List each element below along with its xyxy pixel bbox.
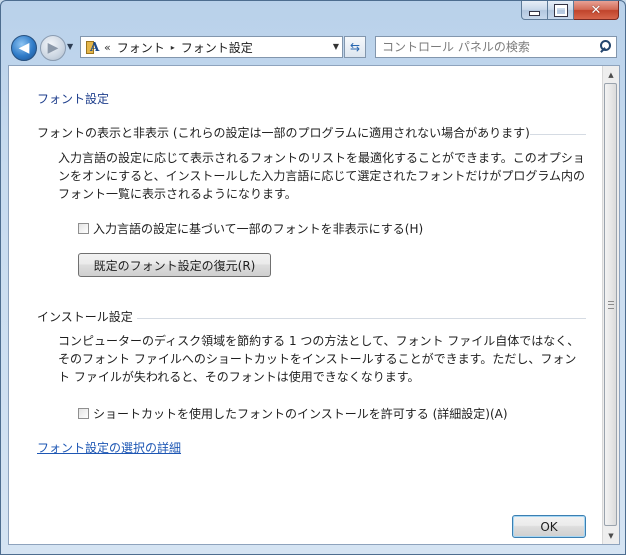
scroll-up-icon[interactable]: ▲ [603,66,619,83]
back-arrow-icon: ◀ [18,40,30,56]
breadcrumb-overflow-icon[interactable]: « [104,41,111,54]
close-button[interactable]: ✕ [574,1,619,20]
back-button[interactable]: ◀ [11,35,37,61]
section-divider [530,134,586,135]
address-dropdown-icon[interactable]: ▼ [333,39,339,55]
address-bar[interactable]: A « フォント ▸ フォント設定 ▼ [80,36,343,58]
chevron-down-icon: ▼ [67,42,74,51]
scroll-down-icon[interactable]: ▼ [603,527,619,544]
content-pane: フォント設定 フォントの表示と非表示 (これらの設定は一部のプログラムに適用され… [8,65,620,545]
maximize-button[interactable] [548,1,574,20]
breadcrumb-item-fonts[interactable]: フォント [117,39,165,56]
close-icon: ✕ [590,2,602,18]
search-box [375,36,617,58]
vertical-scrollbar[interactable]: ▲ ▼ [602,66,619,544]
search-icon[interactable] [599,40,611,54]
section-description-install: コンピューターのディスク領域を節約する 1 つの方法として、フォント ファイル自… [58,334,580,384]
allow-shortcut-install-checkbox[interactable] [78,408,89,419]
section-description-display: 入力言語の設定に応じて表示されるフォントのリストを最適化することができます。この… [58,151,586,201]
allow-shortcut-install-checkbox-row[interactable]: ショートカットを使用したフォントのインストールを許可する (詳細設定)(A) [78,405,508,422]
breadcrumb-item-font-settings[interactable]: フォント設定 [181,39,253,56]
refresh-icon: ⇆ [349,40,361,54]
hide-fonts-checkbox[interactable] [78,223,89,234]
caption-buttons: ✕ [521,1,619,21]
section-divider [137,318,586,319]
forward-button[interactable]: ▶ [40,35,66,61]
allow-shortcut-install-checkbox-label[interactable]: ショートカットを使用したフォントのインストールを許可する (詳細設定)(A) [93,405,508,422]
hide-fonts-checkbox-row[interactable]: 入力言語の設定に基づいて一部のフォントを非表示にする(H) [78,220,423,237]
fonts-folder-icon: A [85,40,99,54]
forward-arrow-icon: ▶ [47,40,59,56]
minimize-icon [529,11,540,16]
scroll-thumb[interactable] [604,83,617,526]
refresh-button[interactable]: ⇆ [344,36,366,58]
section-heading-display: フォントの表示と非表示 (これらの設定は一部のプログラムに適用されない場合があり… [37,126,530,140]
page-title: フォント設定 [37,92,110,106]
learn-more-font-settings-link[interactable]: フォント設定の選択の詳細 [37,439,181,456]
window-frame: ✕ ◀ ▶ ▼ A « フォント ▸ フォント設定 ▼ ⇆ フォント設定 フォン… [0,0,626,555]
recent-pages-dropdown[interactable]: ▼ [67,42,73,51]
search-input[interactable] [382,40,582,54]
ok-button[interactable]: OK [512,515,586,538]
hide-fonts-checkbox-label[interactable]: 入力言語の設定に基づいて一部のフォントを非表示にする(H) [93,220,423,237]
restore-default-font-settings-button[interactable]: 既定のフォント設定の復元(R) [78,253,271,277]
breadcrumb-separator-icon[interactable]: ▸ [171,43,175,52]
maximize-icon [553,3,568,17]
minimize-button[interactable] [521,1,548,20]
section-heading-install: インストール設定 [37,310,133,324]
grip-icon [607,300,614,309]
